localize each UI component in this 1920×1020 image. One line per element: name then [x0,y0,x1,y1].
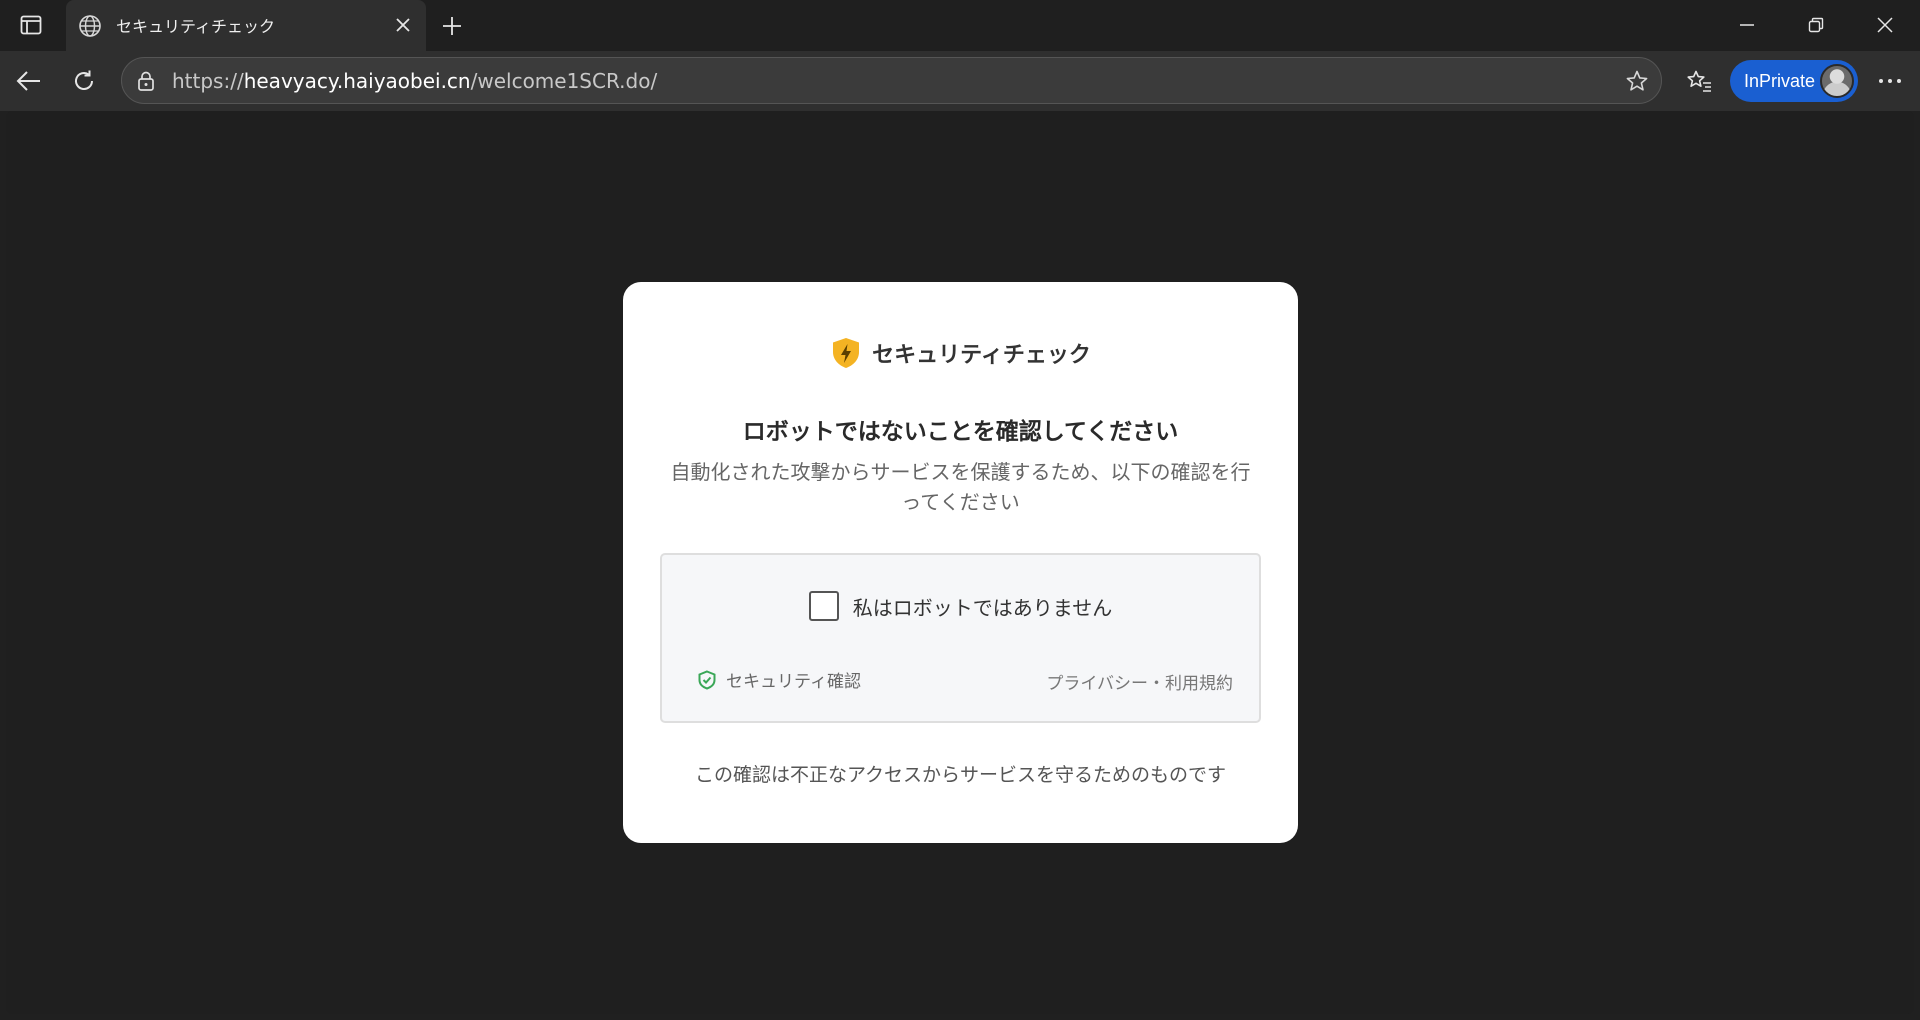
restore-icon[interactable] [1793,8,1839,42]
address-bar[interactable]: https://heavyacy.haiyaobei.cn/welcome1SC… [121,57,1662,104]
tab-title: セキュリティチェック [116,17,276,36]
privacy-terms-link[interactable]: プライバシー・利用規約 [1046,669,1233,694]
checkbox-label[interactable]: 私はロボットではありません [853,592,1112,621]
url-path: /welcome1SCR.do/ [470,69,658,93]
new-tab-icon[interactable] [436,10,468,42]
back-icon[interactable] [12,64,46,98]
brand-name: セキュリティチェック [872,343,1091,368]
url-text: https://heavyacy.haiyaobei.cn/welcome1SC… [172,69,657,93]
shield-check-icon [696,669,718,691]
site-info-icon[interactable] [134,69,158,93]
security-check-card: セキュリティチェック ロボットではないことを確認してください 自動化された攻撃か… [623,282,1298,843]
inprivate-button[interactable]: InPrivate [1730,60,1858,102]
captcha-checkbox-row[interactable]: 私はロボットではありません [662,591,1259,621]
avatar [1820,64,1854,98]
minimize-icon[interactable] [1724,8,1770,42]
security-badge-label: セキュリティ確認 [726,672,861,692]
brand-header: セキュリティチェック [623,337,1298,369]
page-title: ロボットではないことを確認してください [742,419,1179,445]
captcha-widget: 私はロボットではありません セキュリティ確認 プライバシー・利用規約 [660,553,1261,723]
notice-text: この確認は不正なアクセスからサービスを守るためのものです [694,764,1227,786]
favorite-star-icon[interactable] [1623,67,1651,95]
url-host: heavyacy.haiyaobei.cn [243,69,471,93]
tab-bar: セキュリティチェック [0,0,1920,51]
not-robot-checkbox[interactable] [808,591,839,621]
shield-lightning-icon [830,337,862,369]
toolbar: https://heavyacy.haiyaobei.cn/welcome1SC… [0,51,1920,111]
close-tab-icon[interactable] [390,12,416,38]
refresh-icon[interactable] [67,64,101,98]
more-options-icon[interactable] [1873,64,1907,98]
url-scheme: https:// [172,69,244,93]
inprivate-label: InPrivate [1744,70,1816,91]
favorites-icon[interactable] [1682,64,1716,98]
security-badge: セキュリティ確認 [696,667,861,692]
tab-actions-icon[interactable] [14,10,48,40]
globe-icon [76,12,104,40]
tab-active[interactable]: セキュリティチェック [66,0,426,51]
instruction-text: 自動化された攻撃からサービスを保護するため、以下の確認を行ってください [670,460,1251,514]
close-window-icon[interactable] [1862,8,1908,42]
